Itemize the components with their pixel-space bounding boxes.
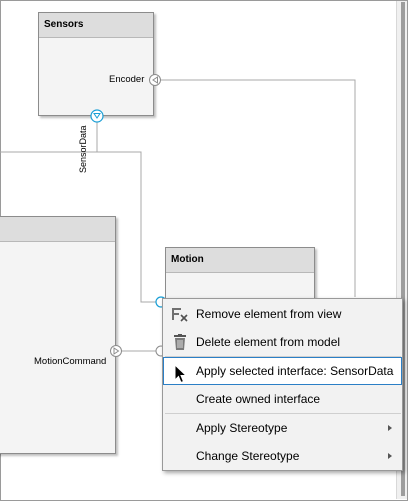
submenu-arrow-icon	[388, 453, 392, 459]
remove-from-view-icon	[172, 308, 188, 322]
left-component[interactable]	[0, 216, 116, 454]
menu-item-apply-interface[interactable]: Apply selected interface: SensorData	[163, 357, 402, 385]
encoder-port-label: Encoder	[109, 74, 145, 85]
sensordata-bus-label: SensorData	[78, 125, 88, 173]
menu-item-label: Remove element from view	[196, 307, 342, 321]
sensordata-port-icon[interactable]	[89, 109, 105, 123]
menu-item-label: Apply selected interface: SensorData	[196, 364, 394, 378]
submenu-arrow-icon	[388, 425, 392, 431]
motioncommand-port-icon[interactable]	[109, 344, 123, 358]
menu-item-label: Delete element from model	[196, 335, 341, 349]
menu-item-create-owned-interface[interactable]: Create owned interface	[163, 385, 402, 413]
sensors-component[interactable]: Sensors	[38, 12, 154, 116]
menu-item-label: Change Stereotype	[196, 449, 300, 463]
menu-item-delete-from-model[interactable]: Delete element from model	[163, 328, 402, 356]
trash-icon	[174, 334, 186, 350]
motioncommand-port-label: MotionCommand	[34, 356, 107, 367]
sensors-title: Sensors	[39, 13, 153, 38]
encoder-port-icon[interactable]	[149, 73, 163, 87]
menu-item-label: Create owned interface	[196, 392, 321, 406]
left-component-title	[0, 217, 115, 242]
mouse-cursor-icon	[174, 364, 188, 384]
menu-item-remove-from-view[interactable]: Remove element from view	[163, 300, 402, 328]
menu-item-change-stereotype[interactable]: Change Stereotype	[163, 442, 402, 470]
context-menu: Remove element from view Delete element …	[162, 298, 403, 471]
menu-item-label: Apply Stereotype	[196, 421, 288, 435]
menu-item-apply-stereotype[interactable]: Apply Stereotype	[163, 414, 402, 442]
motion-title: Motion	[166, 248, 314, 273]
